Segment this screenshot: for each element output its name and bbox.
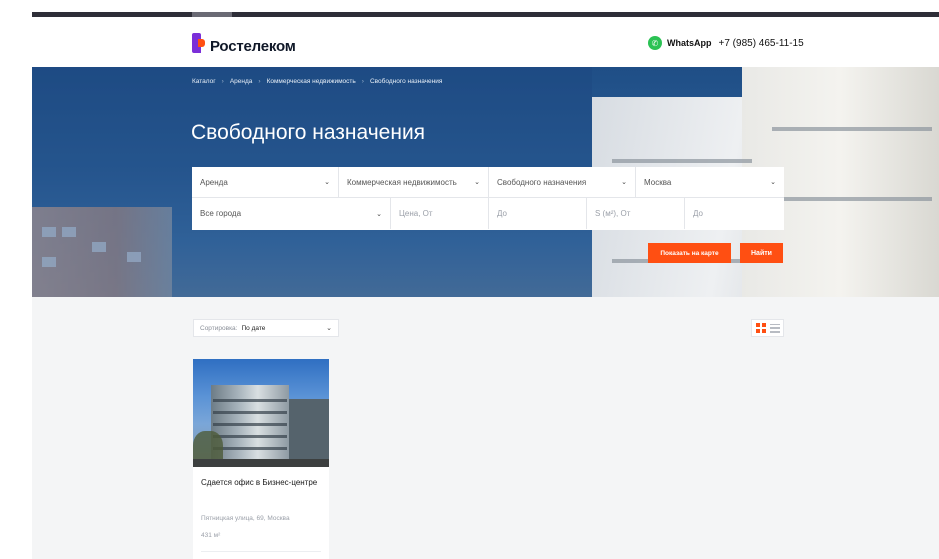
area-from-input[interactable]: S (м²), От (587, 198, 685, 229)
phone-number[interactable]: +7 (985) 465-11-15 (719, 38, 804, 49)
breadcrumb-item-rent[interactable]: Аренда (230, 78, 253, 85)
brand-name: Ростелеком (210, 37, 296, 55)
chevron-down-icon: ⌄ (770, 179, 776, 186)
listing-address: Пятницкая улица, 69, Москва (201, 515, 290, 522)
brand-mark-icon (192, 31, 206, 53)
contact-block: ✆ WhatsApp +7 (985) 465-11-15 (648, 36, 804, 50)
breadcrumb-item-commercial[interactable]: Коммерческая недвижимость (267, 78, 356, 85)
listing-card[interactable]: Сдается офис в Бизнес-центре Пятницкая у… (193, 359, 329, 559)
breadcrumb-item-current: Свободного назначения (369, 78, 443, 85)
category-select[interactable]: Коммерческая недвижимость ⌄ (339, 167, 489, 197)
whatsapp-icon[interactable]: ✆ (648, 36, 662, 50)
listing-area: 431 м² (201, 532, 221, 539)
find-button[interactable]: Найти (740, 243, 783, 263)
breadcrumb-item-catalog[interactable]: Каталог (192, 78, 216, 85)
brand-logo[interactable]: Ростелеком (192, 31, 296, 55)
area-to-input[interactable]: До (685, 198, 784, 229)
list-view-icon[interactable] (769, 323, 780, 333)
results-area (32, 297, 939, 559)
sort-select[interactable]: Сортировка: По дате ⌄ (193, 319, 339, 337)
sort-value: По дате (241, 324, 266, 332)
breadcrumb-separator: › (221, 78, 224, 85)
listing-photo[interactable] (193, 359, 329, 467)
chevron-down-icon: ⌄ (326, 325, 332, 332)
chevron-down-icon: ⌄ (324, 179, 330, 186)
city-select[interactable]: Все города ⌄ (192, 198, 391, 229)
deal-type-select[interactable]: Аренда ⌄ (192, 167, 339, 197)
breadcrumb: Каталог › Аренда › Коммерческая недвижим… (192, 78, 442, 85)
whatsapp-label[interactable]: WhatsApp (667, 38, 712, 48)
card-divider (201, 551, 321, 552)
price-to-input[interactable]: До (489, 198, 587, 229)
breadcrumb-separator: › (361, 78, 364, 85)
price-from-input[interactable]: Цена, От (391, 198, 489, 229)
page-title: Свободного назначения (191, 121, 426, 144)
chevron-down-icon: ⌄ (474, 179, 480, 186)
listing-title[interactable]: Сдается офис в Бизнес-центре (201, 476, 323, 489)
region-select[interactable]: Москва ⌄ (636, 167, 784, 197)
chevron-down-icon: ⌄ (376, 210, 382, 218)
view-toggle (751, 319, 784, 337)
breadcrumb-separator: › (258, 78, 261, 85)
chevron-down-icon: ⌄ (621, 179, 627, 186)
subcategory-select[interactable]: Свободного назначения ⌄ (489, 167, 636, 197)
sort-label: Сортировка: (200, 324, 238, 332)
show-on-map-button[interactable]: Показать на карте (648, 243, 731, 263)
search-filters: Аренда ⌄ Коммерческая недвижимость ⌄ Свобо… (192, 167, 784, 230)
grid-view-icon[interactable] (755, 323, 766, 333)
